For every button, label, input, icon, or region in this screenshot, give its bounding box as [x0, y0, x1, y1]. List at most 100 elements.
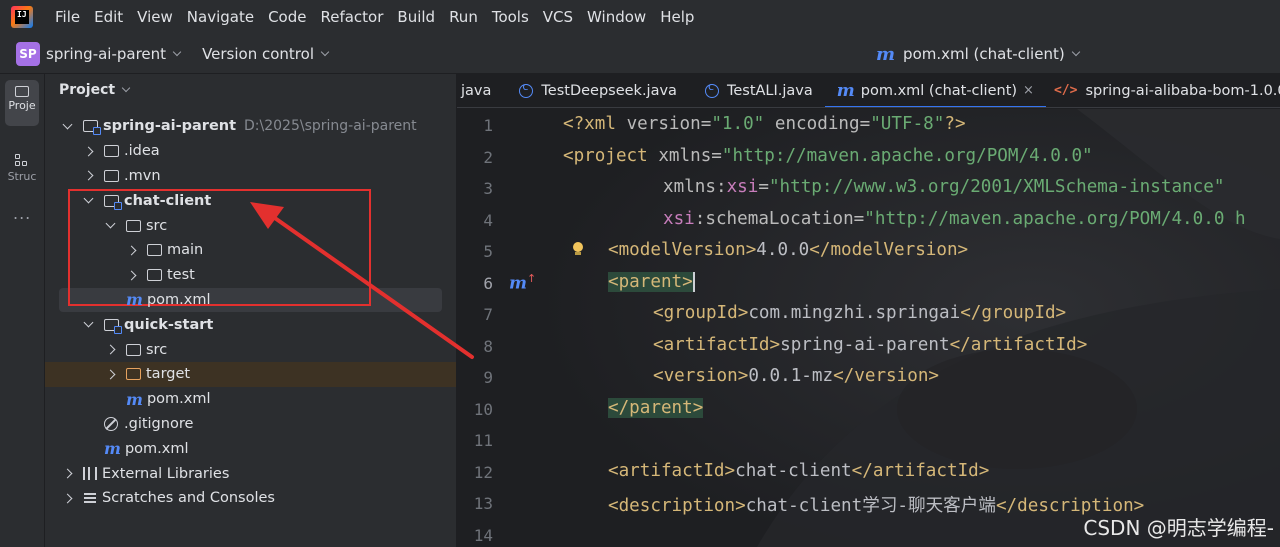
version-control-menu[interactable]: Version control	[202, 45, 314, 63]
expand-arrow-icon[interactable]	[83, 317, 94, 328]
tab-java[interactable]: java	[457, 74, 503, 107]
tab-testdeepseek[interactable]: TestDeepseek.java	[503, 74, 689, 107]
code-line-3: xmlns:xsi="http://www.w3.org/2001/XMLSch…	[663, 177, 1225, 197]
maven-icon: m	[876, 43, 896, 65]
folder-icon	[104, 145, 119, 158]
menu-refactor[interactable]: Refactor	[320, 8, 383, 26]
collapse-arrow-icon[interactable]	[83, 171, 94, 181]
maven-icon: m	[126, 389, 143, 409]
menu-run[interactable]: Run	[449, 8, 478, 26]
project-panel: Project spring-ai-parent D:\2025\spring-…	[45, 74, 456, 547]
module-folder-icon	[104, 318, 122, 334]
collapse-arrow-icon[interactable]	[83, 146, 94, 157]
menu-navigate[interactable]: Navigate	[187, 8, 254, 26]
structure-tool-label: Struc	[7, 170, 37, 183]
more-tools-icon[interactable]: ...	[13, 204, 31, 223]
tree-item-gitignore[interactable]: .gitignore	[45, 412, 456, 437]
code-line-6: <parent>	[608, 272, 695, 292]
menu-file[interactable]: File	[55, 8, 80, 26]
chevron-down-icon[interactable]	[320, 47, 330, 56]
menu-window[interactable]: Window	[587, 8, 646, 26]
project-switcher[interactable]: spring-ai-parent	[46, 45, 166, 63]
code-line-5: <modelVersion>4.0.0</modelVersion>	[608, 240, 969, 260]
tree-item-spring-ai-parent[interactable]: spring-ai-parent D:\2025\spring-ai-paren…	[45, 114, 456, 139]
menu-code[interactable]: Code	[268, 8, 306, 26]
scratches-icon	[83, 491, 97, 505]
chevron-down-icon[interactable]	[172, 47, 182, 56]
collapse-arrow-icon[interactable]	[105, 344, 116, 355]
menu-vcs[interactable]: VCS	[543, 8, 573, 26]
code-line-4: xsi:schemaLocation="http://maven.apache.…	[663, 209, 1246, 229]
current-file-label: pom.xml (chat-client)	[903, 45, 1065, 63]
maven-icon: m	[104, 439, 121, 459]
code-line-12: <artifactId>chat-client</artifactId>	[608, 461, 990, 481]
project-tool-button[interactable]: Proje	[5, 80, 39, 126]
code-line-2: <project xmlns="http://maven.apache.org/…	[563, 146, 1093, 166]
menu-edit[interactable]: Edit	[94, 8, 123, 26]
tree-item-mvn[interactable]: .mvn	[45, 164, 456, 189]
text-caret	[692, 272, 695, 292]
java-class-icon	[519, 80, 534, 98]
xml-file-icon: </>	[1053, 83, 1078, 98]
menu-help[interactable]: Help	[660, 8, 694, 26]
code-line-9: <version>0.0.1-mz</version>	[653, 366, 940, 386]
folder-icon	[126, 343, 141, 356]
code-line-10: </parent>	[608, 398, 704, 418]
folder-icon	[15, 86, 29, 97]
tree-item-external-libraries[interactable]: External Libraries	[45, 461, 456, 486]
menu-build[interactable]: Build	[397, 8, 435, 26]
code-line-7: <groupId>com.mingzhi.springai</groupId>	[653, 303, 1067, 323]
folder-icon	[126, 219, 141, 232]
project-tool-label: Proje	[8, 99, 36, 112]
current-file-switcher[interactable]: m pom.xml (chat-client)	[876, 34, 1080, 74]
module-folder-icon	[104, 194, 122, 210]
library-icon	[83, 467, 97, 481]
tab-alibaba-bom[interactable]: </> spring-ai-alibaba-bom-1.0.0.2.pom	[1046, 74, 1280, 107]
collapse-arrow-icon[interactable]	[62, 493, 73, 504]
menu-tools[interactable]: Tools	[492, 8, 529, 26]
folder-icon	[147, 244, 162, 257]
ignored-file-icon	[104, 416, 118, 431]
folder-icon	[147, 269, 162, 282]
tree-item-src[interactable]: src	[45, 337, 456, 362]
module-folder-icon	[83, 120, 101, 136]
tab-pom-chat-client[interactable]: m pom.xml (chat-client) ×	[824, 74, 1047, 107]
code-editor[interactable]: 1 2 3 4 5 6 7 8 9 10 11 12 13 14 m↑ <?xm…	[457, 109, 1280, 547]
tree-item-root-pom[interactable]: m pom.xml	[45, 436, 456, 461]
chevron-down-icon	[1071, 47, 1080, 57]
editor-tab-bar: java TestDeepseek.java TestALI.java m po…	[457, 74, 1280, 108]
project-badge[interactable]: SP	[16, 41, 40, 66]
tree-item-scratches[interactable]: Scratches and Consoles	[45, 486, 456, 511]
structure-icon	[15, 154, 29, 168]
maven-icon: m	[126, 290, 143, 310]
intention-bulb-icon[interactable]	[571, 242, 583, 256]
tree-item-target[interactable]: target	[45, 361, 456, 387]
java-class-icon	[704, 80, 719, 98]
menu-view[interactable]: View	[137, 8, 173, 26]
project-panel-title[interactable]: Project	[59, 82, 131, 98]
tree-item-quick-start-pom[interactable]: m pom.xml	[45, 387, 456, 412]
editor-gutter: 1 2 3 4 5 6 7 8 9 10 11 12 13 14 m↑	[473, 116, 537, 545]
chevron-down-icon	[121, 83, 131, 93]
project-tree: spring-ai-parent D:\2025\spring-ai-paren…	[45, 114, 456, 511]
tree-item-idea[interactable]: .idea	[45, 139, 456, 164]
editor-background-image	[457, 109, 1280, 547]
watermark: CSDN @明志学编程-	[1083, 516, 1274, 540]
close-tab-icon[interactable]: ×	[1023, 83, 1034, 98]
maven-icon: m	[836, 80, 855, 101]
collapse-arrow-icon[interactable]	[62, 468, 73, 479]
collapse-arrow-icon[interactable]	[105, 369, 116, 380]
navigate-to-parent-icon[interactable]: m↑	[509, 272, 536, 294]
project-path: D:\2025\spring-ai-parent	[244, 118, 417, 135]
tool-window-strip: Proje Struc ...	[0, 74, 45, 547]
main-toolbar: SP spring-ai-parent Version control m po…	[0, 34, 1280, 74]
code-line-1: <?xml version="1.0" encoding="UTF-8"?>	[563, 114, 966, 134]
expand-arrow-icon[interactable]	[62, 119, 73, 130]
tree-item-quick-start[interactable]: quick-start	[45, 312, 456, 337]
excluded-folder-icon	[126, 368, 141, 381]
structure-tool-button[interactable]: Struc	[5, 148, 39, 194]
intellij-logo-icon[interactable]: IJ	[11, 6, 33, 28]
code-line-8: <artifactId>spring-ai-parent</artifactId…	[653, 335, 1088, 355]
tab-testali[interactable]: TestALI.java	[689, 74, 825, 107]
code-line-13: <description>chat-client学习-聊天客户端</descri…	[608, 496, 1145, 516]
